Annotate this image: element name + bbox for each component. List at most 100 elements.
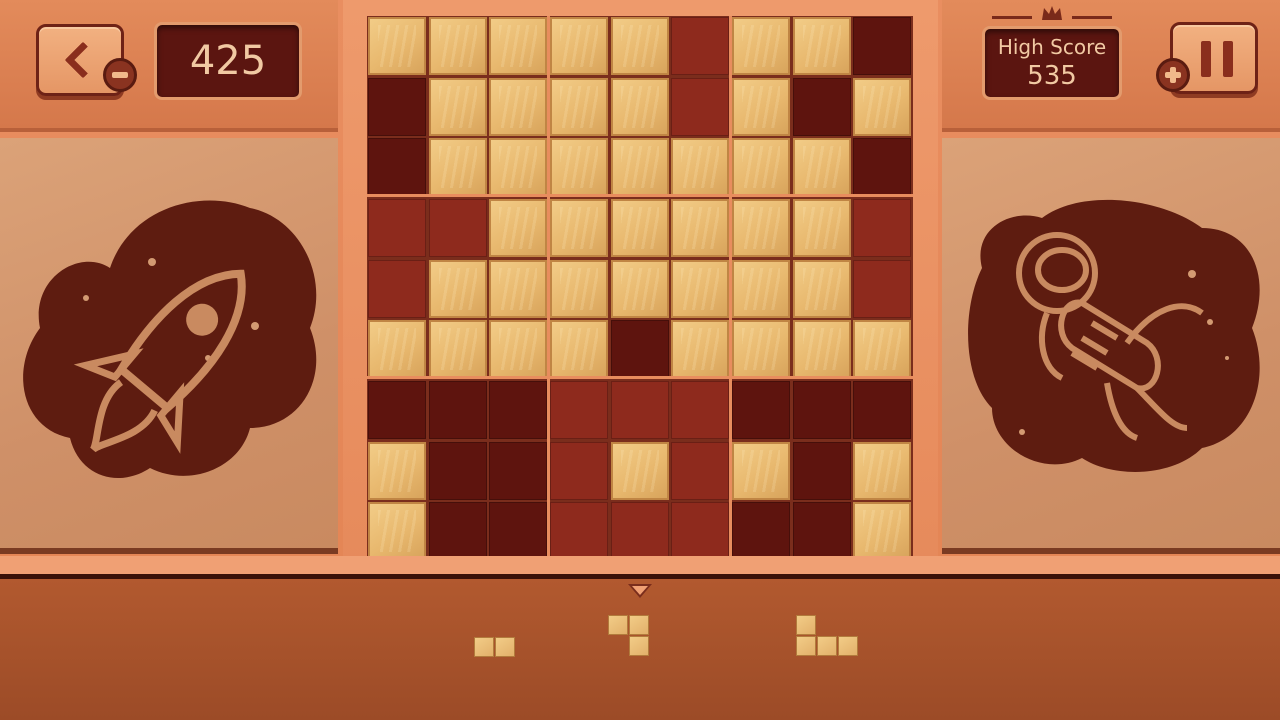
board-cell-empty[interactable] [671, 441, 730, 500]
board-cell-filled[interactable] [853, 441, 912, 500]
rocket-art-panel [0, 138, 338, 554]
board-cell-filled[interactable] [732, 138, 791, 197]
board-cell-filled[interactable] [732, 320, 791, 379]
board-cell-empty[interactable] [792, 381, 851, 440]
board-cell-filled[interactable] [853, 320, 912, 379]
board-cell-filled[interactable] [428, 17, 487, 75]
board-cell-filled[interactable] [550, 259, 608, 318]
board-cell-empty[interactable] [671, 77, 730, 136]
board-cell-filled[interactable] [732, 441, 791, 500]
piece-block [817, 636, 837, 656]
board-cell-empty[interactable] [671, 17, 730, 75]
astronaut-icon [968, 199, 1260, 472]
board-cell-empty[interactable] [732, 502, 791, 561]
board-cell-filled[interactable] [550, 77, 608, 136]
board-cell-filled[interactable] [368, 502, 426, 561]
board-cell-empty[interactable] [428, 502, 487, 561]
board-cell-filled[interactable] [671, 259, 730, 318]
board-cell-filled[interactable] [610, 17, 669, 75]
board-cell-empty[interactable] [853, 381, 912, 440]
high-score-label: High Score [997, 35, 1107, 59]
high-score-box: High Score 535 [982, 26, 1122, 100]
board-cell-empty[interactable] [610, 381, 669, 440]
board-cell-empty[interactable] [853, 259, 912, 318]
board-cell-empty[interactable] [671, 381, 730, 440]
board-cell-empty[interactable] [489, 441, 548, 500]
board-cell-empty[interactable] [732, 381, 791, 440]
board-cell-empty[interactable] [671, 502, 730, 561]
board-cell-filled[interactable] [792, 138, 851, 197]
board-cell-filled[interactable] [550, 199, 608, 257]
piece-block [629, 615, 649, 635]
board-cell-empty[interactable] [368, 199, 426, 257]
board-cell-empty[interactable] [792, 77, 851, 136]
board-cell-filled[interactable] [610, 77, 669, 136]
board-cell-filled[interactable] [792, 199, 851, 257]
board-cell-empty[interactable] [853, 199, 912, 257]
board-cell-empty[interactable] [489, 381, 548, 440]
board-cell-filled[interactable] [671, 138, 730, 197]
board-cell-empty[interactable] [489, 502, 548, 561]
board-cell-filled[interactable] [792, 320, 851, 379]
board-cell-filled[interactable] [732, 17, 791, 75]
board-cell-filled[interactable] [489, 17, 548, 75]
board-cell-empty[interactable] [550, 502, 608, 561]
board-cell-empty[interactable] [610, 502, 669, 561]
board-cell-filled[interactable] [853, 502, 912, 561]
pause-icon [1199, 41, 1235, 77]
piece-block [796, 636, 816, 656]
board-cell-filled[interactable] [732, 199, 791, 257]
board-cell-empty[interactable] [428, 199, 487, 257]
board-cell-filled[interactable] [610, 138, 669, 197]
board-cell-filled[interactable] [368, 320, 426, 379]
board-cell-empty[interactable] [550, 381, 608, 440]
board-cell-filled[interactable] [550, 17, 608, 75]
board-cell-filled[interactable] [610, 199, 669, 257]
plus-icon [1156, 58, 1190, 92]
board-cell-filled[interactable] [489, 138, 548, 197]
board-divider-v2 [729, 16, 732, 562]
board-cell-empty[interactable] [610, 320, 669, 379]
board-cell-filled[interactable] [792, 259, 851, 318]
board-cell-empty[interactable] [792, 502, 851, 561]
board-cell-filled[interactable] [671, 199, 730, 257]
board-cell-filled[interactable] [853, 77, 912, 136]
board-cell-filled[interactable] [489, 199, 548, 257]
board-cell-filled[interactable] [428, 77, 487, 136]
astronaut-art-panel [942, 138, 1280, 554]
board-cell-filled[interactable] [489, 259, 548, 318]
piece-block [608, 615, 628, 635]
board-cell-filled[interactable] [610, 259, 669, 318]
board-cell-filled[interactable] [550, 320, 608, 379]
tray-edge [0, 556, 1280, 574]
board-cell-filled[interactable] [550, 138, 608, 197]
board-cell-filled[interactable] [732, 259, 791, 318]
board-cell-empty[interactable] [792, 441, 851, 500]
rocket-icon [23, 200, 317, 478]
board-cell-filled[interactable] [428, 320, 487, 379]
board-cell-empty[interactable] [428, 381, 487, 440]
board-cell-filled[interactable] [671, 320, 730, 379]
board-cell-filled[interactable] [368, 441, 426, 500]
crown-divider-left [992, 16, 1032, 19]
board-cell-empty[interactable] [368, 138, 426, 197]
board-cell-filled[interactable] [792, 17, 851, 75]
board-cell-filled[interactable] [610, 441, 669, 500]
board-cell-filled[interactable] [368, 17, 426, 75]
game-board[interactable] [367, 16, 913, 562]
board-cell-filled[interactable] [489, 320, 548, 379]
minus-icon [103, 58, 137, 92]
board-cell-empty[interactable] [853, 138, 912, 197]
board-cell-filled[interactable] [732, 77, 791, 136]
board-cell-empty[interactable] [368, 381, 426, 440]
board-cell-empty[interactable] [428, 441, 487, 500]
board-cell-empty[interactable] [368, 77, 426, 136]
piece-block [629, 636, 649, 656]
board-divider-h2 [367, 376, 913, 379]
board-cell-empty[interactable] [853, 17, 912, 75]
board-cell-filled[interactable] [489, 77, 548, 136]
board-cell-empty[interactable] [550, 441, 608, 500]
board-cell-filled[interactable] [428, 138, 487, 197]
board-cell-empty[interactable] [368, 259, 426, 318]
board-cell-filled[interactable] [428, 259, 487, 318]
